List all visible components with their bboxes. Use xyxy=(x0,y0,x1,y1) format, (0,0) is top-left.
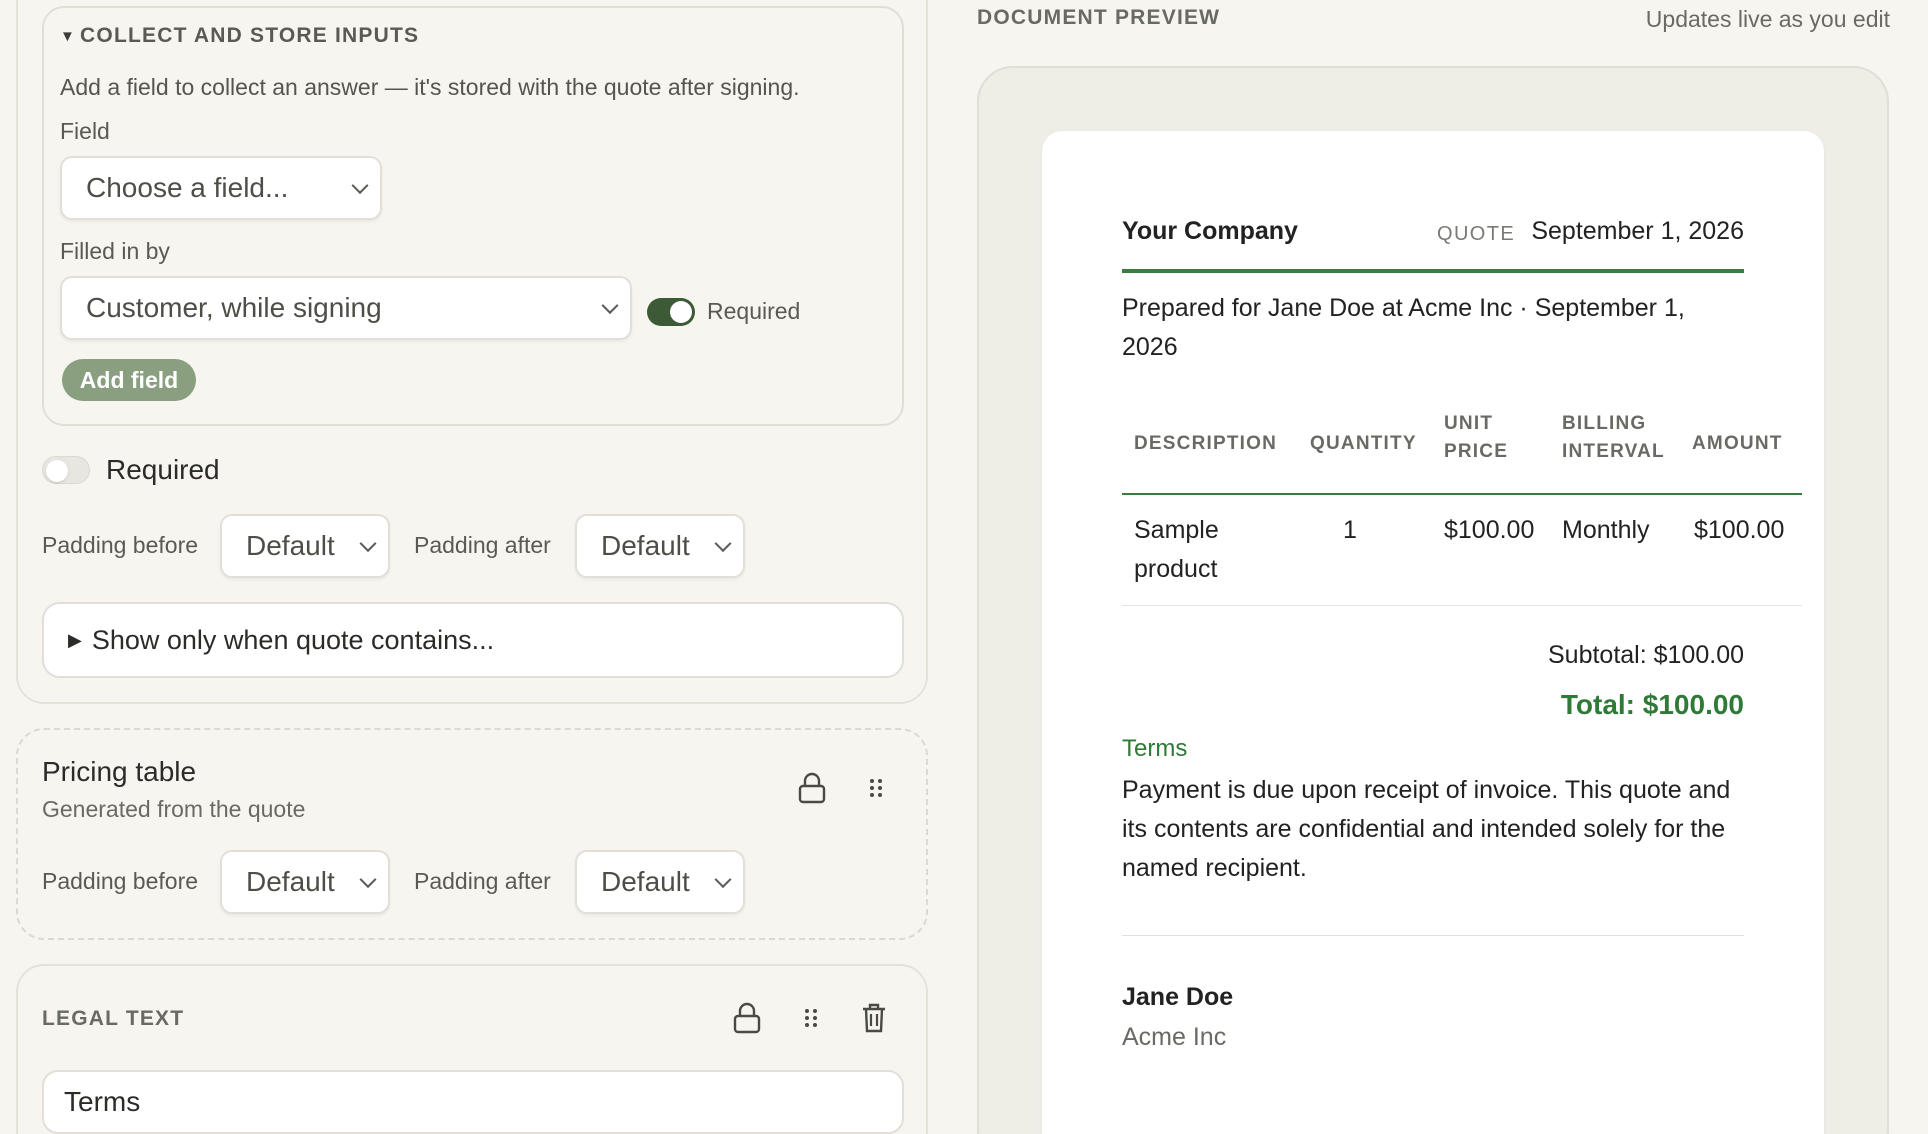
chevron-down-icon xyxy=(714,871,732,889)
subtotal: Subtotal: $100.00 xyxy=(1548,641,1744,669)
legal-terms-input[interactable]: Terms xyxy=(42,1070,904,1134)
pt-padding-before-label: Padding before xyxy=(42,868,199,894)
document-preview-heading: DOCUMENT PREVIEW xyxy=(977,6,1221,29)
pt-padding-before-value: Default xyxy=(246,866,335,897)
pt-padding-after-select[interactable]: Default xyxy=(575,850,745,914)
drag-handle-icon[interactable] xyxy=(862,772,890,804)
filled-by-select-value: Customer, while signing xyxy=(86,292,382,323)
lock-icon[interactable] xyxy=(729,1000,765,1036)
cell-description: Sample product xyxy=(1134,516,1219,583)
terms-body: Payment is due upon receipt of invoice. … xyxy=(1122,776,1731,882)
field-required-toggle[interactable] xyxy=(647,298,695,326)
padding-before-select[interactable]: Default xyxy=(220,514,390,578)
show-only-when-label: Show only when quote contains... xyxy=(91,624,495,655)
legal-text-title: LEGAL TEXT xyxy=(42,1007,185,1030)
lock-icon[interactable] xyxy=(794,770,830,806)
th-description: DESCRIPTION xyxy=(1134,433,1278,454)
quote-label: QUOTE xyxy=(1437,223,1516,245)
field-required-label: Required xyxy=(707,298,801,324)
toggle-knob xyxy=(46,460,68,482)
collect-inputs-helper: Add a field to collect an answer — it's … xyxy=(60,74,800,100)
chevron-down-icon xyxy=(359,871,377,889)
signer-company: Acme Inc xyxy=(1122,1023,1227,1051)
padding-after-label: Padding after xyxy=(414,532,551,558)
drag-handle-icon[interactable] xyxy=(797,1002,825,1034)
th-billing-interval: BILLING INTERVAL xyxy=(1562,413,1665,462)
field-select-value: Choose a field... xyxy=(86,172,289,203)
chevron-down-icon xyxy=(351,177,369,195)
toggle-knob xyxy=(670,301,692,323)
quote-date: September 1, 2026 xyxy=(1531,217,1744,245)
company-name: Your Company xyxy=(1122,217,1298,245)
table-header-divider xyxy=(1122,493,1802,495)
field-label: Field xyxy=(60,118,110,144)
cell-quantity: 1 xyxy=(1343,516,1357,544)
block-required-toggle[interactable] xyxy=(42,456,90,484)
add-field-button[interactable]: Add field xyxy=(62,359,196,401)
pt-padding-after-label: Padding after xyxy=(414,868,551,894)
block-required-label: Required xyxy=(106,454,220,485)
th-quantity: QUANTITY xyxy=(1310,433,1417,454)
padding-after-value: Default xyxy=(601,530,690,561)
th-amount: AMOUNT xyxy=(1692,433,1783,454)
editor-column: ▼ COLLECT AND STORE INPUTS Add a field t… xyxy=(0,0,940,1134)
show-only-when-toggle[interactable]: ▶ Show only when quote contains... xyxy=(42,602,904,678)
chevron-down-icon xyxy=(601,297,619,315)
collect-inputs-title: COLLECT AND STORE INPUTS xyxy=(80,24,420,47)
header-divider xyxy=(1122,269,1744,273)
filled-by-select[interactable]: Customer, while signing xyxy=(60,276,632,340)
cell-amount: $100.00 xyxy=(1694,516,1785,544)
total: Total: $100.00 xyxy=(1560,689,1744,720)
pricing-table-title: Pricing table xyxy=(42,756,197,787)
pt-padding-before-select[interactable]: Default xyxy=(220,850,390,914)
padding-before-value: Default xyxy=(246,530,335,561)
collect-inputs-summary[interactable]: ▼ COLLECT AND STORE INPUTS xyxy=(60,24,419,48)
prepared-for: Prepared for Jane Doe at Acme Inc · Sept… xyxy=(1122,294,1685,361)
table-row-divider xyxy=(1122,605,1802,606)
caret-right-icon: ▶ xyxy=(68,629,82,650)
padding-before-label: Padding before xyxy=(42,532,199,558)
chevron-down-icon xyxy=(359,535,377,553)
cell-billing-interval: Monthly xyxy=(1562,516,1650,544)
quote-document: Your Company QUOTE September 1, 2026 Pre… xyxy=(1042,131,1824,1134)
pricing-table-subtitle: Generated from the quote xyxy=(42,796,306,822)
signer-name: Jane Doe xyxy=(1122,983,1234,1011)
pt-padding-after-value: Default xyxy=(601,866,690,897)
th-unit-price: UNIT PRICE xyxy=(1444,413,1509,462)
chevron-down-icon xyxy=(714,535,732,553)
padding-after-select[interactable]: Default xyxy=(575,514,745,578)
cell-unit-price: $100.00 xyxy=(1444,516,1535,544)
caret-down-icon: ▼ xyxy=(60,27,77,45)
filled-by-label: Filled in by xyxy=(60,238,170,264)
trash-icon[interactable] xyxy=(856,1000,892,1036)
field-select[interactable]: Choose a field... xyxy=(60,156,382,220)
preview-live-note: Updates live as you edit xyxy=(1645,6,1890,32)
signature-divider xyxy=(1122,935,1744,936)
terms-heading: Terms xyxy=(1122,735,1188,762)
